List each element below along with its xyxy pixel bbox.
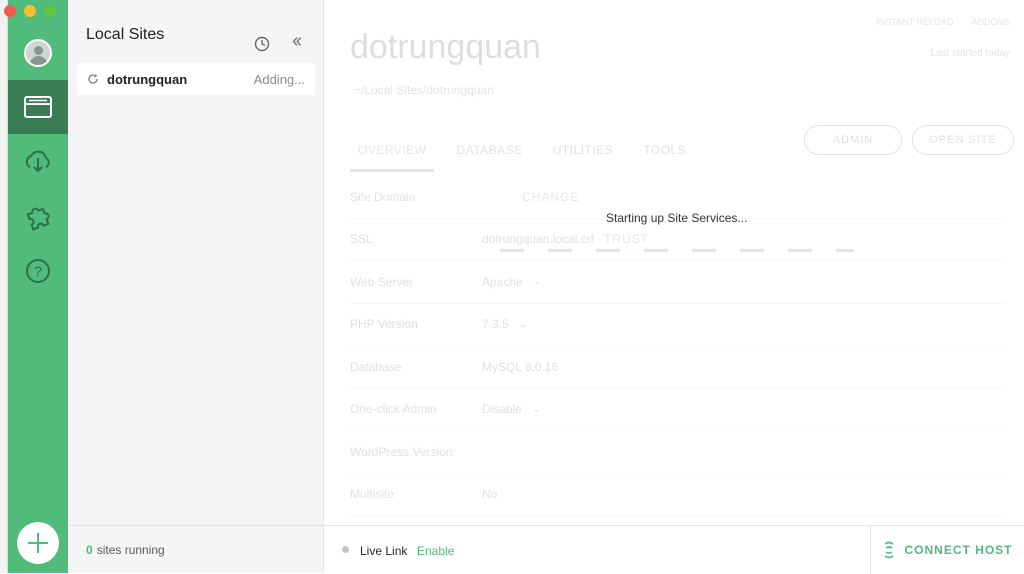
row-value: No xyxy=(482,487,498,502)
one-click-admin-select[interactable]: Disable ⌄ xyxy=(482,402,540,416)
site-tabs: OVERVIEW DATABASE UTILITIES TOOLS xyxy=(350,143,694,172)
web-server-select[interactable]: Apache ⌄ xyxy=(482,275,541,289)
sites-running-footer: 0 sites running xyxy=(68,525,324,573)
site-status: Adding... xyxy=(253,71,305,87)
table-row: Web Server Apache ⌄ xyxy=(350,261,1006,304)
maximize-window-button[interactable] xyxy=(44,5,56,17)
top-actions: INSTANT RELOAD ADDONS xyxy=(876,17,1010,27)
live-link-label: Live Link xyxy=(360,544,408,558)
live-link-status-dot xyxy=(342,546,349,553)
instant-reload-toggle[interactable]: INSTANT RELOAD xyxy=(876,17,953,27)
overview-table: Site Domain CHANGE SSL dotrungquan.local… xyxy=(350,176,1006,516)
plus-icon xyxy=(28,533,48,553)
tab-overview[interactable]: OVERVIEW xyxy=(350,143,435,172)
history-icon[interactable] xyxy=(254,36,270,52)
table-row: Multisite No xyxy=(350,474,1006,516)
table-row: WordPress Version xyxy=(350,431,1006,474)
sidebar-item-help[interactable]: ? xyxy=(8,244,68,298)
chevron-down-icon: ⌄ xyxy=(532,276,542,288)
connect-host-icon xyxy=(884,541,893,559)
sites-panel: Local Sites ‹‹ dotrungquan Adding... 0 s… xyxy=(68,0,324,573)
sidebar-item-sites[interactable] xyxy=(8,80,68,134)
loading-progress-bar xyxy=(500,249,854,252)
connect-host-label: CONNECT HOST xyxy=(904,543,1013,557)
tab-database[interactable]: DATABASE xyxy=(448,143,530,172)
loader-status-text: Starting up Site Services... xyxy=(606,211,748,225)
site-name: dotrungquan xyxy=(107,71,188,87)
row-label: Database xyxy=(350,359,402,374)
sites-icon xyxy=(24,96,52,118)
addons-link[interactable]: ADDONS xyxy=(971,17,1010,27)
site-path[interactable]: ~/Local Sites/dotrungquan xyxy=(354,83,494,97)
tab-utilities[interactable]: UTILITIES xyxy=(545,143,622,172)
sites-running-count: 0 xyxy=(86,542,93,557)
collapse-panel-icon[interactable]: ‹‹ xyxy=(292,30,302,53)
help-icon: ? xyxy=(26,259,50,283)
trust-ssl-link[interactable]: TRUST xyxy=(604,232,649,246)
open-site-button[interactable]: OPEN SITE xyxy=(912,125,1014,155)
svg-text:?: ? xyxy=(34,263,42,279)
site-detail: INSTANT RELOAD ADDONS Last started today… xyxy=(324,0,1024,525)
site-list-item[interactable]: dotrungquan Adding... xyxy=(77,63,315,95)
spinner-icon xyxy=(88,74,98,84)
avatar[interactable] xyxy=(24,39,52,67)
row-label: PHP Version xyxy=(350,317,418,332)
window-controls xyxy=(4,5,56,17)
row-label: Site Domain xyxy=(350,189,416,204)
page-title: dotrungquan xyxy=(350,28,541,66)
sites-running-label: sites running xyxy=(96,542,165,557)
table-row: One-click Admin Disable ⌄ xyxy=(350,389,1006,431)
sidebar-item-addons[interactable] xyxy=(8,189,68,243)
sidebar-rail: ? xyxy=(8,0,68,573)
table-row: Database MySQL 8.0.16 xyxy=(350,346,1006,389)
table-row: PHP Version 7.3.5 ⌄ xyxy=(350,304,1006,346)
admin-button[interactable]: ADMIN xyxy=(804,125,902,155)
minimize-window-button[interactable] xyxy=(24,5,36,17)
chevron-down-icon: ⌄ xyxy=(518,318,528,330)
row-label: Multisite xyxy=(350,487,395,502)
panel-title: Local Sites xyxy=(86,26,165,43)
addons-puzzle-icon xyxy=(26,207,50,231)
row-label: Web Server xyxy=(350,274,414,289)
row-value: MySQL 8.0.16 xyxy=(482,359,559,374)
close-window-button[interactable] xyxy=(4,5,16,17)
add-site-button[interactable] xyxy=(17,522,59,564)
cloud-download-icon xyxy=(25,150,50,173)
chevron-down-icon: ⌄ xyxy=(532,403,541,415)
sidebar-item-cloud[interactable] xyxy=(8,134,68,188)
connect-host-button[interactable]: CONNECT HOST xyxy=(870,526,1024,574)
row-label: WordPress Version xyxy=(350,444,453,459)
live-link-enable-link[interactable]: Enable xyxy=(417,544,454,558)
php-version-select[interactable]: 7.3.5 ⌄ xyxy=(482,317,527,331)
row-label: SSL xyxy=(350,232,373,247)
tab-tools[interactable]: TOOLS xyxy=(635,143,694,172)
change-domain-link[interactable]: CHANGE xyxy=(522,190,579,204)
bottom-bar: Live Link Enable CONNECT HOST xyxy=(324,525,1024,574)
row-label: One-click Admin xyxy=(350,402,437,417)
last-started-note: Last started today xyxy=(930,48,1011,59)
row-value: dotrungquan.local.crt xyxy=(482,232,595,247)
window-edge xyxy=(0,0,8,573)
